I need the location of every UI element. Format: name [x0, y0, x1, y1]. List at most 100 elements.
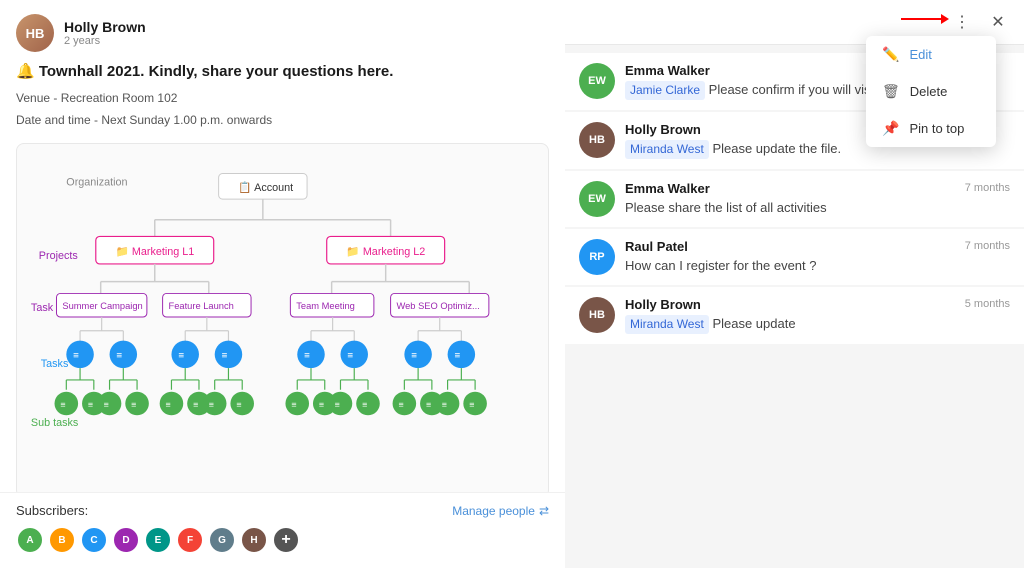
svg-text:≡: ≡: [291, 400, 296, 410]
org-chart: Organization 📋 Account Projects 📁 Market…: [16, 143, 549, 492]
subscriber-avatars: A B C D E F G H +: [16, 526, 549, 554]
subscriber-avatar: E: [144, 526, 172, 554]
subscriber-avatar: C: [80, 526, 108, 554]
comment-header: Raul Patel 7 months: [625, 239, 1010, 254]
svg-text:≡: ≡: [193, 400, 198, 410]
svg-text:≡: ≡: [304, 350, 310, 361]
post-author-avatar: HB: [16, 14, 54, 52]
comment-header: Holly Brown 5 months: [625, 297, 1010, 312]
org-chart-svg: Organization 📋 Account Projects 📁 Market…: [27, 158, 538, 478]
comment-avatar: HB: [579, 297, 615, 333]
comment-avatar: EW: [579, 63, 615, 99]
comment-item: EW Emma Walker 7 months Please share the…: [565, 171, 1024, 227]
svg-text:≡: ≡: [222, 350, 228, 361]
comment-header: Emma Walker 7 months: [625, 181, 1010, 196]
comment-author: Holly Brown: [625, 122, 701, 137]
comment-avatar: RP: [579, 239, 615, 275]
edit-icon: ✏️: [882, 46, 899, 63]
comment-body: Raul Patel 7 months How can I register f…: [625, 239, 1010, 275]
svg-text:≡: ≡: [426, 400, 431, 410]
manage-people-link[interactable]: Manage people ⇄: [452, 504, 549, 518]
mention-tag: Jamie Clarke: [625, 81, 705, 100]
svg-text:≡: ≡: [398, 400, 403, 410]
svg-text:Feature Launch: Feature Launch: [169, 301, 234, 311]
post-header: HB Holly Brown 2 years: [0, 0, 565, 62]
svg-text:Summer Campaign: Summer Campaign: [62, 301, 142, 311]
subscriber-avatar: D: [112, 526, 140, 554]
comment-author: Emma Walker: [625, 63, 710, 78]
svg-text:≡: ≡: [60, 400, 65, 410]
delete-icon: 🗑: [882, 83, 900, 100]
comment-author: Holly Brown: [625, 297, 701, 312]
svg-text:≡: ≡: [73, 350, 79, 361]
arrow-indicator: [901, 14, 949, 24]
mention-tag: Miranda West: [625, 315, 709, 334]
svg-text:≡: ≡: [209, 400, 214, 410]
svg-text:≡: ≡: [88, 400, 93, 410]
svg-text:≡: ≡: [362, 400, 367, 410]
svg-text:Web SEO Optimiz...: Web SEO Optimiz...: [396, 301, 479, 311]
svg-text:📁 Marketing L2: 📁 Marketing L2: [346, 246, 425, 258]
author-sub: 2 years: [64, 35, 549, 47]
subscriber-avatar: G: [208, 526, 236, 554]
subscribers-section: Subscribers: Manage people ⇄ A B C D E F…: [0, 492, 565, 568]
comment-item: HB Holly Brown 5 months Miranda West Ple…: [565, 287, 1024, 344]
svg-text:≡: ≡: [131, 400, 136, 410]
context-menu-edit[interactable]: ✏️ Edit: [866, 36, 996, 73]
author-name: Holly Brown: [64, 19, 549, 35]
comment-time: 7 months: [965, 182, 1010, 194]
post-content: 🔔 Townhall 2021. Kindly, share your ques…: [0, 62, 565, 492]
comment-avatar: HB: [579, 122, 615, 158]
svg-text:≡: ≡: [236, 400, 241, 410]
context-menu-delete[interactable]: 🗑 Delete: [866, 73, 996, 110]
pin-icon: 📌: [882, 120, 899, 137]
mention-tag: Miranda West: [625, 140, 709, 159]
comment-item: RP Raul Patel 7 months How can I registe…: [565, 229, 1024, 285]
comment-author: Raul Patel: [625, 239, 688, 254]
subscriber-avatar: B: [48, 526, 76, 554]
svg-text:Projects: Projects: [39, 250, 79, 262]
comment-text: How can I register for the event ?: [625, 257, 1010, 275]
svg-text:Tasks: Tasks: [41, 358, 69, 370]
svg-text:≡: ≡: [116, 350, 122, 361]
svg-text:≡: ≡: [454, 350, 460, 361]
right-panel: ⋮ ✕ ✏️ Edit 🗑 Delete 📌 Pin to top EW: [565, 0, 1024, 568]
svg-text:≡: ≡: [319, 400, 324, 410]
comment-body: Holly Brown 5 months Miranda West Please…: [625, 297, 1010, 334]
right-topbar: ⋮ ✕ ✏️ Edit 🗑 Delete 📌 Pin to top: [565, 0, 1024, 45]
arrow-head: [941, 14, 949, 24]
comment-time: 5 months: [965, 298, 1010, 310]
svg-text:Organization: Organization: [66, 177, 127, 189]
svg-text:≡: ≡: [104, 400, 109, 410]
svg-text:Team Meeting: Team Meeting: [296, 301, 355, 311]
post-title: 🔔 Townhall 2021. Kindly, share your ques…: [16, 62, 549, 80]
author-info: Holly Brown 2 years: [64, 19, 549, 47]
svg-text:≡: ≡: [178, 350, 184, 361]
context-menu-pin[interactable]: 📌 Pin to top: [866, 110, 996, 147]
add-subscriber-button[interactable]: +: [272, 526, 300, 554]
arrow-line: [901, 18, 941, 20]
svg-text:≡: ≡: [335, 400, 340, 410]
comment-body: Emma Walker 7 months Please share the li…: [625, 181, 1010, 217]
context-menu: ✏️ Edit 🗑 Delete 📌 Pin to top: [866, 36, 996, 147]
svg-text:≡: ≡: [347, 350, 353, 361]
svg-text:≡: ≡: [442, 400, 447, 410]
post-details: Venue - Recreation Room 102 Date and tim…: [16, 88, 549, 131]
comment-author: Emma Walker: [625, 181, 710, 196]
subscriber-avatar: A: [16, 526, 44, 554]
svg-text:≡: ≡: [411, 350, 417, 361]
svg-text:📋 Account: 📋 Account: [238, 181, 293, 194]
close-button[interactable]: ✕: [984, 8, 1012, 36]
svg-text:📁 Marketing L1: 📁 Marketing L1: [115, 246, 194, 258]
subscriber-avatar: H: [240, 526, 268, 554]
svg-text:Sub tasks: Sub tasks: [31, 417, 79, 429]
comment-avatar: EW: [579, 181, 615, 217]
svg-text:≡: ≡: [469, 400, 474, 410]
comment-text: Miranda West Please update: [625, 315, 1010, 334]
comment-time: 7 months: [965, 240, 1010, 252]
more-options-button[interactable]: ⋮: [948, 8, 976, 36]
comment-text: Please share the list of all activities: [625, 199, 1010, 217]
subscriber-avatar: F: [176, 526, 204, 554]
subscribers-label: Subscribers: Manage people ⇄: [16, 503, 549, 518]
left-panel: HB Holly Brown 2 years 🔔 Townhall 2021. …: [0, 0, 565, 568]
